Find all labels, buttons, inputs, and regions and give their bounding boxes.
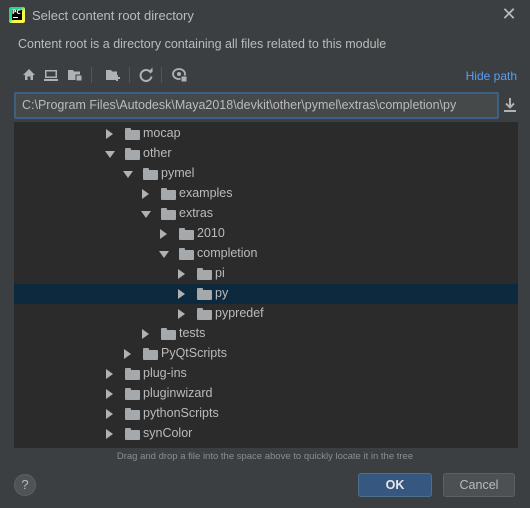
folder-icon [179,248,194,260]
tree-row-label: tests [179,326,206,340]
toolbar [14,64,214,86]
tree-row-completion[interactable]: completion [14,244,518,264]
expand-arrow-icon[interactable] [142,189,149,199]
folder-icon [197,308,212,320]
folder-icon [125,428,140,440]
folder-icon [161,328,176,340]
collapse-arrow-icon[interactable] [141,211,151,218]
dialog-description: Content root is a directory containing a… [18,37,387,51]
folder-icon [125,128,140,140]
tree-row-label: pypredef [215,306,264,320]
new-folder-icon[interactable] [102,64,124,86]
expand-arrow-icon[interactable] [178,289,185,299]
folder-icon [125,388,140,400]
tree-row-2010[interactable]: 2010 [14,224,518,244]
home-icon[interactable] [18,64,40,86]
ok-button[interactable]: OK [358,473,432,497]
dialog-title: Select content root directory [32,8,194,23]
tree-row-py[interactable]: py [14,284,518,304]
tree-row-label: mocap [143,126,181,140]
tree-row-pyqtscripts[interactable]: PyQtScripts [14,344,518,364]
folder-icon [125,148,140,160]
close-icon[interactable]: ✕ [500,6,518,24]
expand-arrow-icon[interactable] [178,269,185,279]
tree-row-label: PyQtScripts [161,346,227,360]
tree-row-plug-ins[interactable]: plug-ins [14,364,518,384]
cancel-button[interactable]: Cancel [443,473,515,497]
tree-row-label: completion [197,246,258,260]
folder-icon [143,168,158,180]
tree-row-label: pymel [161,166,195,180]
expand-arrow-icon[interactable] [106,409,113,419]
folder-icon [179,228,194,240]
tree-row-label: examples [179,186,233,200]
tree-row-pymel[interactable]: pymel [14,164,518,184]
project-folder-icon[interactable] [64,64,86,86]
hide-path-link[interactable]: Hide path [466,69,517,83]
expand-arrow-icon[interactable] [178,309,185,319]
tree-row-pypredef[interactable]: pypredef [14,304,518,324]
directory-tree[interactable]: mocap other pymel examples extras 2010 complet… [14,122,518,448]
toolbar-separator [91,67,92,83]
folder-icon [125,368,140,380]
tree-row-other[interactable]: other [14,144,518,164]
expand-arrow-icon[interactable] [106,429,113,439]
toolbar-separator [161,67,162,83]
expand-arrow-icon[interactable] [106,389,113,399]
folder-icon [197,268,212,280]
tree-row-extras[interactable]: extras [14,204,518,224]
title-bar: PC Select content root directory ✕ [0,0,530,32]
folder-icon [161,188,176,200]
toolbar-separator [129,67,130,83]
desktop-icon[interactable] [40,64,62,86]
collapse-arrow-icon[interactable] [159,251,169,258]
tree-row-pluginwizard[interactable]: pluginwizard [14,384,518,404]
tree-row-label: pluginwizard [143,386,213,400]
tree-row-mocap[interactable]: mocap [14,124,518,144]
folder-icon [143,348,158,360]
tree-row-pi[interactable]: pi [14,264,518,284]
tree-row-label: plug-ins [143,366,187,380]
tree-row-syncolor[interactable]: synColor [14,424,518,444]
show-hidden-icon[interactable] [169,64,191,86]
collapse-arrow-icon[interactable] [123,171,133,178]
tree-row-label: synColor [143,426,193,440]
tree-row-tests[interactable]: tests [14,324,518,344]
expand-arrow-icon[interactable] [142,329,149,339]
download-icon[interactable] [502,96,518,114]
folder-icon [197,288,212,300]
drag-drop-hint: Drag and drop a file into the space abov… [116,451,414,462]
tree-row-pythonscripts[interactable]: pythonScripts [14,404,518,424]
path-input[interactable]: C:\Program Files\Autodesk\Maya2018\devki… [14,92,499,119]
expand-arrow-icon[interactable] [106,369,113,379]
expand-arrow-icon[interactable] [124,349,131,359]
folder-icon [125,408,140,420]
expand-arrow-icon[interactable] [106,129,113,139]
tree-row-label: extras [179,206,214,220]
refresh-icon[interactable] [135,64,157,86]
tree-row-label: pi [215,266,225,280]
tree-row-label: py [215,286,229,300]
tree-row-label: pythonScripts [143,406,219,420]
pycharm-app-icon: PC [9,7,25,23]
folder-icon [161,208,176,220]
help-button[interactable]: ? [14,474,36,496]
tree-row-examples[interactable]: examples [14,184,518,204]
tree-row-label: 2010 [197,226,225,240]
tree-row-label: other [143,146,172,160]
collapse-arrow-icon[interactable] [105,151,115,158]
expand-arrow-icon[interactable] [160,229,167,239]
